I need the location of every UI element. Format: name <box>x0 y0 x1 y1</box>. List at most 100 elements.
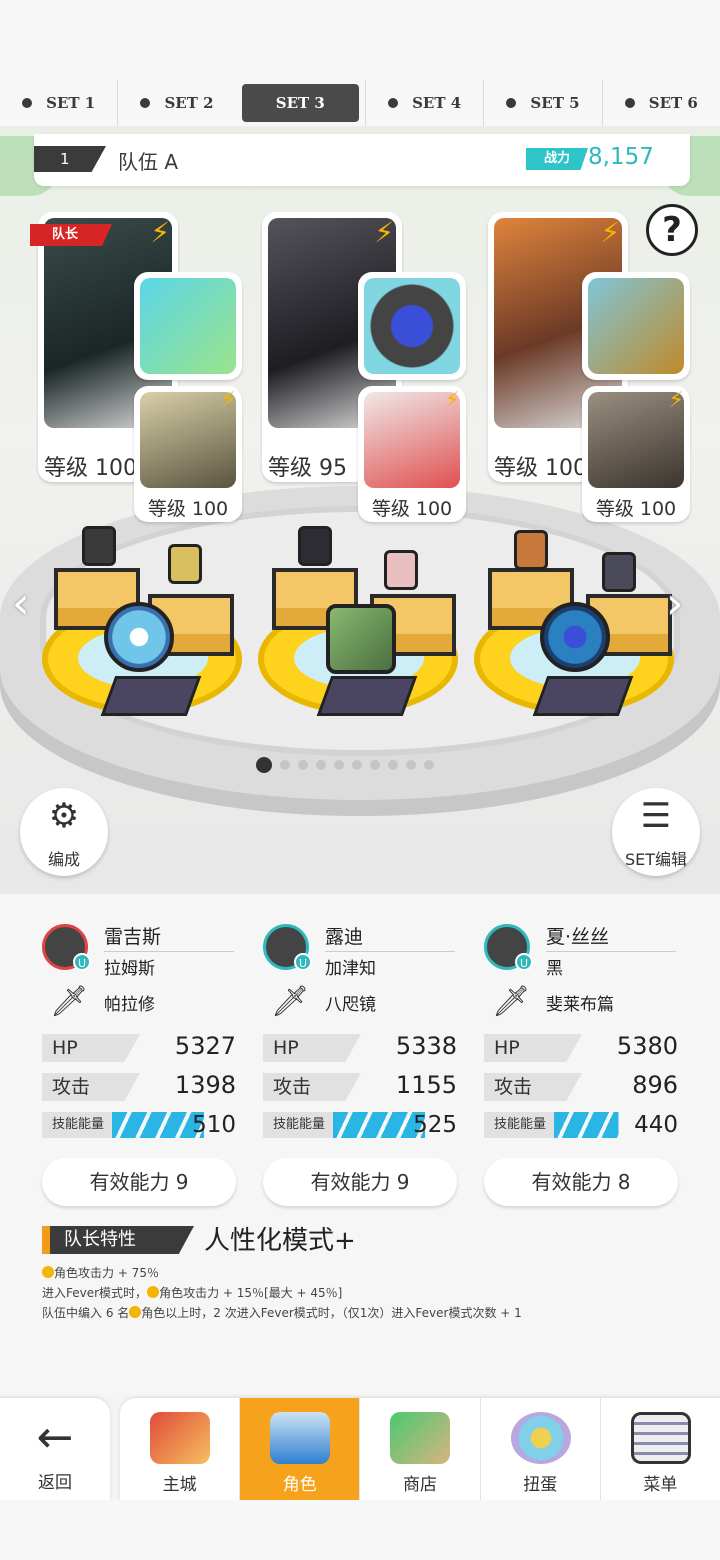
energy-label: 技能能量 <box>484 1112 554 1138</box>
chevron-right-icon[interactable]: › <box>666 578 684 629</box>
weapon-stand <box>100 676 202 716</box>
sub-character-slot[interactable]: ⚡ 等级 100 <box>358 386 466 522</box>
weapon-slot[interactable] <box>358 272 466 380</box>
trait-line: 队伍中编入 6 名角色以上时，2 次进入Fever模式时，（仅1次）进入Feve… <box>42 1304 522 1321</box>
hp-label: HP <box>263 1034 361 1062</box>
page-dot[interactable] <box>424 760 434 770</box>
person-gear-icon: ⚙ <box>48 796 80 836</box>
avatar[interactable]: U <box>42 924 91 971</box>
star-icon <box>129 1306 142 1318</box>
weapon-slot[interactable] <box>582 272 690 380</box>
sub-character-slot[interactable]: ⚡ 等级 100 <box>582 386 690 522</box>
trait-line: 角色攻击力 + 75％ <box>42 1264 159 1281</box>
trait-text: 进入Fever模式时， <box>42 1286 148 1300</box>
atk-label: 攻击 <box>263 1073 361 1101</box>
page-dot[interactable] <box>298 760 308 770</box>
trait-text: 角色攻击力 + 75％ <box>54 1266 159 1280</box>
energy-label: 技能能量 <box>42 1112 112 1138</box>
energy-bar <box>112 1112 204 1138</box>
lightning-icon: ⚡ <box>444 388 460 413</box>
character-icon <box>270 1412 331 1464</box>
sub-name: 帕拉修 <box>104 995 155 1015</box>
character-sprite[interactable] <box>82 526 116 566</box>
bottom-nav: ← 返回 主城 角色 商店 扭蛋 菜单 <box>0 1398 720 1500</box>
ability-button[interactable]: 有效能力 8 <box>484 1158 678 1206</box>
avatar[interactable]: U <box>484 924 533 971</box>
nav-tabs: 主城 角色 商店 扭蛋 菜单 <box>120 1398 720 1500</box>
page-dot[interactable] <box>370 760 380 770</box>
character-level: 等级 95 <box>268 456 347 481</box>
page-dot[interactable] <box>334 760 344 770</box>
formation-label: 编成 <box>47 850 80 869</box>
dot-icon <box>624 98 635 108</box>
back-button[interactable]: ← 返回 <box>0 1398 110 1500</box>
nav-menu[interactable]: 菜单 <box>599 1398 720 1500</box>
set-edit-button[interactable]: ☰ SET编辑 <box>612 788 700 876</box>
equip-name: 加津知 <box>325 959 376 979</box>
character-sprite[interactable] <box>298 526 332 566</box>
equip-name: 黑 <box>546 959 563 979</box>
page-dot[interactable] <box>352 760 362 770</box>
avatar[interactable]: U <box>263 924 312 971</box>
trait-line: 进入Fever模式时， 角色攻击力 + 15％[最大 + 45％] <box>42 1284 342 1301</box>
lightning-icon: ⚡ <box>220 388 236 413</box>
page-dot[interactable] <box>406 760 416 770</box>
tab-set-1[interactable]: SET 1 <box>0 80 117 126</box>
sword-icon: 🗡 <box>50 984 89 1019</box>
help-button[interactable]: ? <box>646 204 698 256</box>
page-dot[interactable] <box>316 760 326 770</box>
tab-set-4[interactable]: SET 4 <box>364 80 483 126</box>
page-dot[interactable] <box>256 757 272 773</box>
sub-character-slot[interactable]: ⚡ 等级 100 <box>134 386 242 522</box>
hp-value: 5380 <box>616 1032 678 1060</box>
back-label: 返回 <box>38 1473 72 1493</box>
energy-row: 技能能量 525 <box>263 1112 457 1142</box>
weapon-sprite[interactable] <box>326 604 396 674</box>
weapon-slot[interactable] <box>134 272 242 380</box>
atk-label: 攻击 <box>42 1073 140 1101</box>
formation-button[interactable]: ⚙ 编成 <box>20 788 108 876</box>
team-name[interactable]: 队伍 A <box>118 146 178 175</box>
nav-label: 商店 <box>403 1475 437 1495</box>
chevron-left-icon[interactable]: ‹ <box>12 578 30 629</box>
tab-label: SET 5 <box>530 94 580 112</box>
leader-trait-tag: 队长特性 <box>42 1226 194 1254</box>
weapon-stand <box>316 676 418 716</box>
nav-character[interactable]: 角色 <box>239 1398 360 1500</box>
sub-character-sprite[interactable] <box>384 550 418 590</box>
nav-home[interactable]: 主城 <box>120 1398 239 1500</box>
team-header: 1 队伍 A 战力 8,157 <box>34 134 690 186</box>
tab-set-2[interactable]: SET 2 <box>117 80 235 126</box>
team-number: 1 <box>34 146 106 172</box>
sub-name: 八咫镜 <box>325 995 376 1015</box>
character-sprite[interactable] <box>514 530 548 570</box>
ability-button[interactable]: 有效能力 9 <box>263 1158 457 1206</box>
nav-gacha[interactable]: 扭蛋 <box>479 1398 600 1500</box>
tab-set-6[interactable]: SET 6 <box>601 80 720 126</box>
atk-row: 攻击 1155 <box>263 1071 457 1103</box>
page-dot[interactable] <box>388 760 398 770</box>
ability-button[interactable]: 有效能力 9 <box>42 1158 236 1206</box>
tab-set-3[interactable]: SET 3 <box>241 84 359 122</box>
leader-tag: 队长 <box>30 224 112 246</box>
nav-shop[interactable]: 商店 <box>359 1398 479 1500</box>
character-name: 露迪 <box>325 922 455 952</box>
atk-row: 攻击 896 <box>484 1071 678 1103</box>
nav-label: 主城 <box>162 1475 197 1495</box>
weapon-sprite[interactable] <box>104 602 174 672</box>
trait-text: 角色以上时，2 次进入Fever模式时，（仅1次）进入Fever模式次数 + 1 <box>141 1306 522 1320</box>
character-level: 等级 100 <box>494 456 587 481</box>
trait-text: 角色攻击力 + 15％[最大 + 45％] <box>159 1286 343 1300</box>
menu-icon <box>630 1412 691 1464</box>
u-badge-icon: U <box>515 953 533 971</box>
weapon-sprite[interactable] <box>540 602 610 672</box>
shop-icon <box>390 1412 451 1464</box>
atk-label: 攻击 <box>484 1073 582 1101</box>
tab-set-5[interactable]: SET 5 <box>483 80 601 126</box>
sub-character-sprite[interactable] <box>602 552 636 592</box>
page-dot[interactable] <box>280 760 290 770</box>
weapon-art <box>588 278 684 374</box>
sub-character-level: 等级 100 <box>147 498 229 520</box>
atk-value: 1398 <box>174 1071 236 1099</box>
sub-character-sprite[interactable] <box>168 544 202 584</box>
